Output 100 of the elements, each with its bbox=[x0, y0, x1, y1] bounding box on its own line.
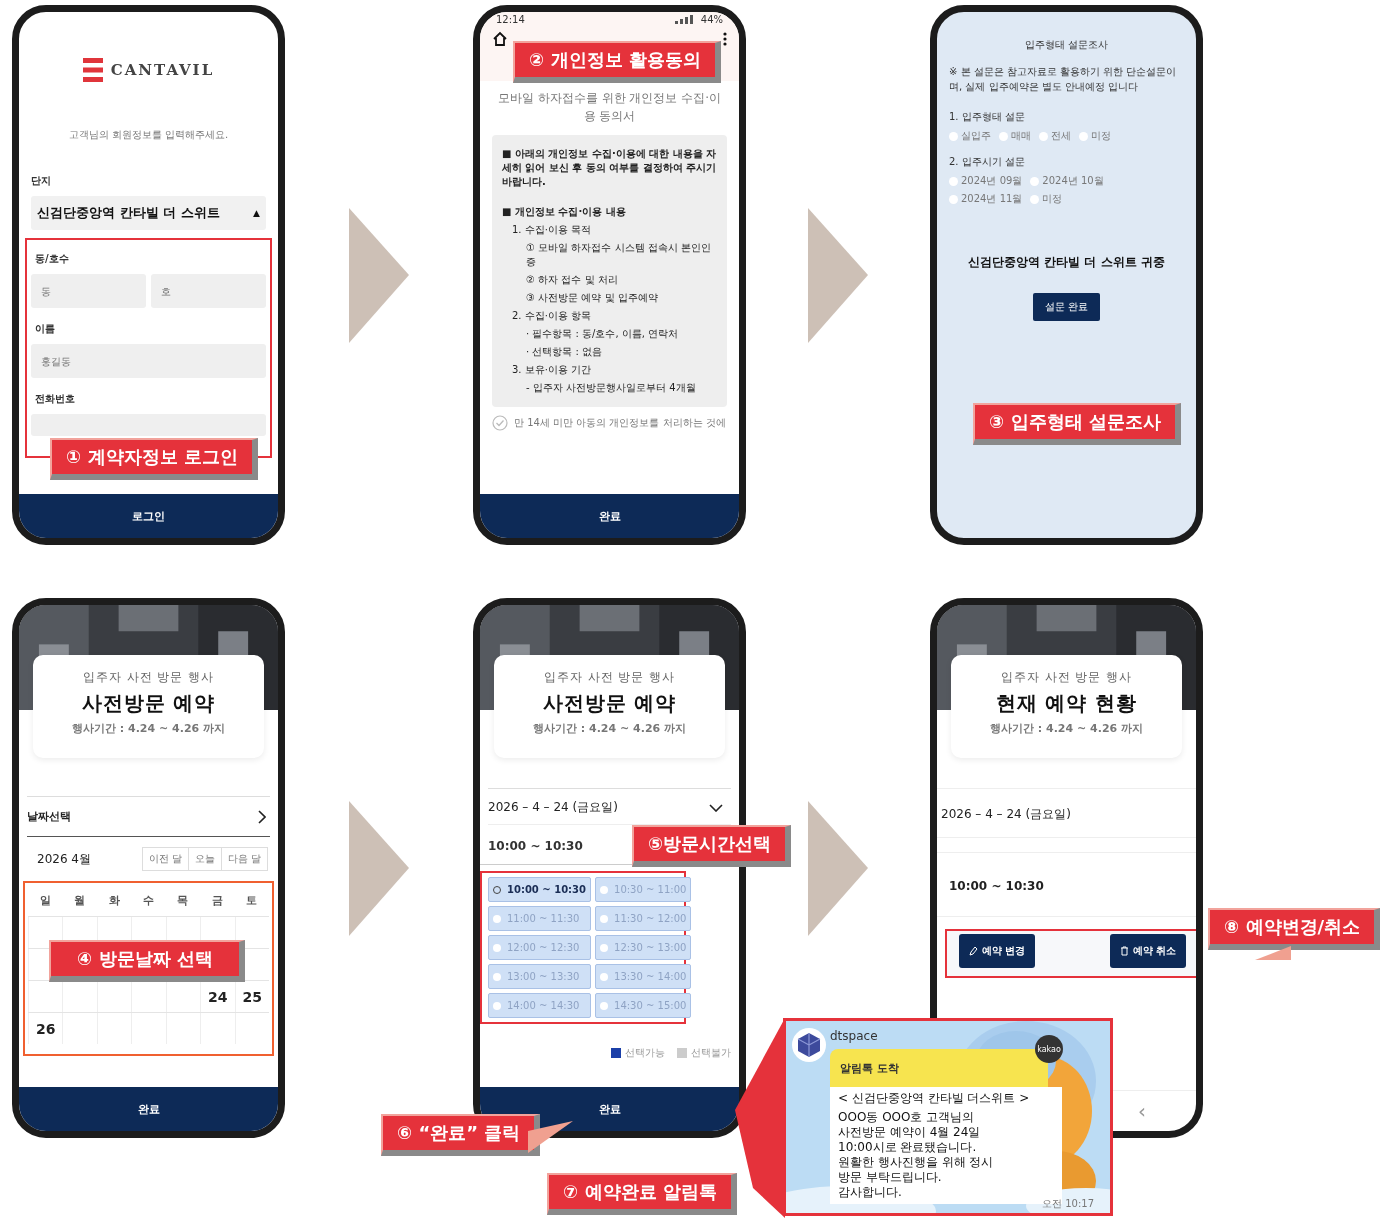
weekday-label: 토 bbox=[245, 893, 259, 908]
selected-time: 10:00 ~ 10:30 bbox=[488, 839, 583, 853]
terms-text: ■ 아래의 개인정보 수집·이용에 대한 내용을 자세히 읽어 보신 후 동의 여부를 결정하여 주시기 바랍니다. bbox=[502, 147, 717, 189]
logo-text: CANTAVIL bbox=[110, 61, 215, 79]
agree-text: 만 14세 미만 아동의 개인정보를 처리하는 것에 bbox=[514, 416, 726, 430]
step-callout: ⑦ 예약완료 알림톡 bbox=[547, 1173, 737, 1215]
step-callout: ① 계약자정보 로그인 bbox=[50, 438, 258, 480]
radio-icon bbox=[600, 1001, 608, 1010]
message-line: 원활한 행사진행을 위해 정시 bbox=[838, 1155, 995, 1170]
survey-notice: ※ 본 설문은 참고자료로 활용하기 위한 단순설문이며, 실제 입주예약은 별도 안내예정 입니다 bbox=[949, 65, 1178, 94]
radio-icon bbox=[600, 943, 608, 952]
reserved-time: 10:00 ~ 10:30 bbox=[949, 879, 1044, 893]
field-label: 단지 bbox=[31, 174, 52, 188]
month-label: 2026 4월 bbox=[37, 850, 91, 868]
radio-icon bbox=[493, 972, 501, 981]
complex-select[interactable]: 신검단중앙역 칸타빌 더 스위트 ▲ bbox=[31, 196, 266, 230]
sender-name: dtspace bbox=[830, 1029, 878, 1043]
terms-text: 3. 보유·이용 기간 bbox=[511, 363, 593, 377]
survey-option[interactable]: 전세 bbox=[1039, 129, 1071, 143]
date-select-label: 날짜선택 bbox=[27, 809, 71, 824]
field-label: 전화번호 bbox=[35, 392, 76, 406]
screen-title: 사전방문 예약 bbox=[542, 690, 677, 717]
intro-text: 고객님의 회원정보를 입력해주세요. bbox=[67, 128, 230, 142]
legend-label: 선택가능 bbox=[625, 1046, 665, 1060]
screen-title: 사전방문 예약 bbox=[81, 690, 216, 717]
message-time: 오전 10:17 bbox=[1042, 1197, 1094, 1211]
terms-text: ■ 개인정보 수집·이용 내용 bbox=[502, 205, 627, 219]
question-text: 1. 입주형태 설문 bbox=[949, 110, 1026, 124]
date-number[interactable]: 25 bbox=[242, 988, 262, 1005]
weekday-label: 수 bbox=[141, 893, 155, 908]
message-line: 10:00시로 완료됐습니다. bbox=[838, 1140, 978, 1155]
radio-icon bbox=[493, 1001, 501, 1010]
terms-text: · 필수항목 : 동/호수, 이름, 연락처 bbox=[525, 327, 680, 341]
event-period: 행사기간 : 4.24 ~ 4.26 까지 bbox=[532, 721, 686, 736]
logo-icon bbox=[82, 58, 103, 82]
more-icon[interactable] bbox=[723, 32, 727, 46]
radio-icon bbox=[600, 885, 608, 894]
survey-option[interactable]: 미정 bbox=[1079, 129, 1111, 143]
step-callout: ⑧ 예약변경/취소 bbox=[1208, 908, 1381, 950]
terms-text: 1. 수집·이용 목적 bbox=[511, 223, 593, 237]
event-name: 입주자 사전 방문 행사 bbox=[82, 669, 215, 686]
message-line: 사전방문 예약이 4월 24일 bbox=[838, 1125, 982, 1140]
weekday-label: 목 bbox=[176, 893, 190, 908]
event-name: 입주자 사전 방문 행사 bbox=[543, 669, 676, 686]
survey-option[interactable]: 미정 bbox=[1030, 192, 1063, 206]
ho-field[interactable]: 호 bbox=[151, 274, 266, 308]
time-slot-button[interactable]: 10:00 ~ 10:30 bbox=[488, 877, 591, 902]
weekday-label: 일 bbox=[38, 893, 52, 908]
field-label: 동/호수 bbox=[35, 252, 70, 266]
survey-option[interactable]: 2024년 10월 bbox=[1030, 174, 1104, 188]
terms-text: · 선택항목 : 없음 bbox=[525, 345, 604, 359]
chevron-right-icon[interactable] bbox=[258, 809, 266, 824]
step-arrow-icon bbox=[808, 800, 868, 936]
terms-text: 2. 수집·이용 항목 bbox=[511, 309, 593, 323]
dong-field[interactable]: 동 bbox=[31, 274, 146, 308]
change-reservation-button[interactable]: 예약 변경 bbox=[959, 934, 1036, 968]
survey-submit-button[interactable]: 설문 완료 bbox=[1032, 293, 1101, 321]
step-callout: ⑤방문시간선택 bbox=[632, 825, 792, 867]
caret-icon: ▲ bbox=[253, 208, 260, 218]
complex-name: 신검단중앙역 칸타빌 더 스위트 귀중 bbox=[967, 254, 1166, 271]
radio-icon bbox=[600, 972, 608, 981]
home-icon[interactable] bbox=[492, 31, 508, 47]
step-arrow-icon bbox=[349, 800, 409, 936]
check-circle-icon[interactable] bbox=[492, 415, 508, 431]
cancel-reservation-button[interactable]: 예약 취소 bbox=[1109, 934, 1186, 968]
weekday-label: 월 bbox=[73, 893, 87, 908]
name-field[interactable]: 홍길동 bbox=[31, 344, 266, 378]
done-button[interactable]: 완료 bbox=[19, 1087, 278, 1131]
date-number[interactable]: 24 bbox=[208, 988, 228, 1005]
terms-text: ① 모바일 하자접수 시스템 접속시 본인인증 bbox=[525, 241, 712, 269]
survey-option[interactable]: 2024년 09월 bbox=[949, 174, 1023, 188]
callout-pointer bbox=[1255, 946, 1291, 960]
chevron-down-icon[interactable] bbox=[709, 803, 723, 812]
survey-option[interactable]: 매매 bbox=[999, 129, 1031, 143]
terms-text: ② 하자 접수 및 처리 bbox=[525, 273, 619, 287]
weekday-label: 화 bbox=[107, 893, 121, 908]
step-callout: ④ 방문날짜 선택 bbox=[49, 940, 245, 982]
event-period: 행사기간 : 4.24 ~ 4.26 까지 bbox=[989, 721, 1143, 736]
login-button[interactable]: 로그인 bbox=[19, 494, 278, 538]
message-subject: < 신검단중앙역 칸타빌 더스위트 > bbox=[838, 1090, 1031, 1107]
survey-option[interactable]: 실입주 bbox=[949, 129, 991, 143]
reserved-date: 2026 – 4 – 24 (금요일) bbox=[941, 807, 1071, 821]
screen-title: 현재 예약 현황 bbox=[995, 690, 1138, 717]
radio-icon bbox=[493, 943, 501, 952]
cube-icon bbox=[792, 1028, 826, 1062]
field-label: 이름 bbox=[35, 322, 56, 336]
message-line: OOO동 OOO호 고객님의 bbox=[838, 1110, 976, 1125]
back-button[interactable]: ‹ bbox=[1138, 1099, 1146, 1123]
survey-option[interactable]: 2024년 11월 bbox=[949, 192, 1023, 206]
step-callout: ② 개인정보 활용동의 bbox=[513, 41, 721, 83]
bubble-title: 알림톡 도착 bbox=[840, 1060, 899, 1076]
date-number[interactable]: 26 bbox=[35, 1020, 56, 1037]
status-time: 12:14 bbox=[496, 14, 525, 25]
survey-title: 입주형태 설문조사 bbox=[1023, 38, 1110, 52]
selected-date: 2026 – 4 – 24 (금요일) bbox=[488, 799, 618, 816]
terms-text: ③ 사전방문 예약 및 입주예약 bbox=[525, 291, 659, 305]
legend-label: 선택불가 bbox=[691, 1046, 731, 1060]
terms-text: - 입주자 사전방문행사일로부터 4개월 bbox=[525, 381, 697, 395]
battery-text: 44% bbox=[700, 14, 723, 25]
done-button[interactable]: 완료 bbox=[480, 494, 739, 538]
